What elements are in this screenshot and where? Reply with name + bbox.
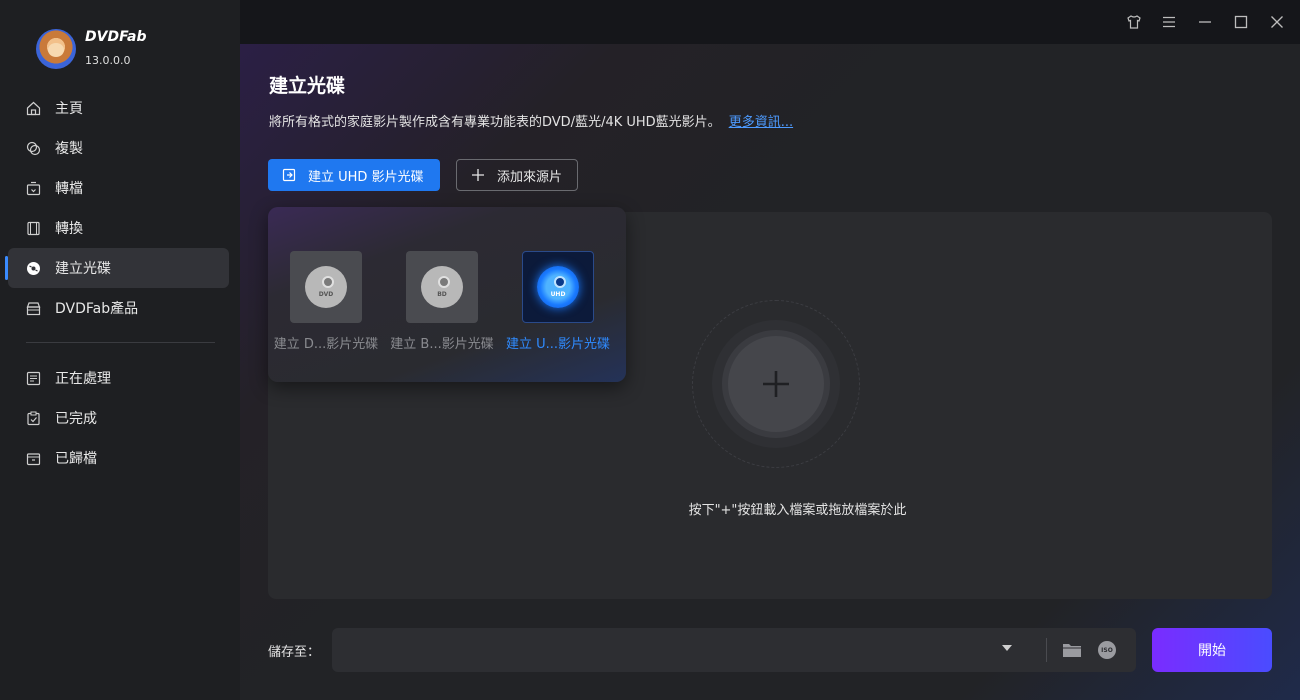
disc-icon: [26, 261, 41, 276]
description-text: 將所有格式的家庭影片製作成含有專業功能表的DVD/藍光/4K UHD藍光影片。: [269, 115, 721, 130]
dvd-disc-icon: DVD: [305, 266, 347, 308]
add-file-button[interactable]: [728, 336, 824, 432]
sidebar-item-create-disc[interactable]: 建立光碟: [5, 248, 229, 288]
title-bar: [240, 0, 1300, 44]
dvdfab-logo: [36, 29, 76, 69]
create-dvd-label[interactable]: 建立 D...影片光碟: [267, 333, 385, 352]
sidebar-item-label: 正在處理: [55, 371, 111, 387]
drop-hint-text: 按下"+"按鈕載入檔案或拖放檔案於此: [688, 503, 907, 518]
copy-icon: [26, 141, 41, 156]
rip-icon: [26, 181, 41, 196]
bd-disc-tag: BD: [437, 291, 447, 298]
disc-type-menu: DVD 建立 D...影片光碟 BD 建立 B...影片光碟 UHD 建立 U.…: [268, 207, 626, 382]
convert-icon: [26, 221, 41, 236]
sidebar-item-completed[interactable]: 已完成: [8, 398, 229, 438]
maximize-icon: [1234, 15, 1248, 29]
sidebar-item-label: 已完成: [55, 411, 97, 427]
close-icon: [1271, 16, 1283, 28]
more-info-link[interactable]: 更多資訊...: [729, 115, 793, 130]
processing-icon: [26, 371, 41, 386]
drop-hint: 按下"+"按鈕載入檔案或拖放檔案於此: [240, 499, 1300, 518]
products-icon: [26, 301, 41, 316]
bluray-disc-icon: BD: [421, 266, 463, 308]
minimize-icon: [1199, 21, 1211, 23]
close-button[interactable]: [1267, 12, 1287, 32]
plus-icon: [471, 168, 485, 182]
sidebar-item-rip[interactable]: 轉檔: [8, 168, 229, 208]
sidebar-item-label: 建立光碟: [55, 261, 111, 277]
start-button[interactable]: 開始: [1152, 628, 1272, 672]
dvd-disc-tag: DVD: [318, 291, 334, 298]
maximize-button[interactable]: [1231, 12, 1251, 32]
sidebar-item-home[interactable]: 主頁: [8, 88, 229, 128]
menu-icon: [1163, 16, 1175, 28]
plus-icon: [763, 371, 789, 397]
iso-icon[interactable]: ISO: [1098, 641, 1116, 659]
sidebar-item-label: 複製: [55, 141, 83, 157]
sidebar-item-archived[interactable]: 已歸檔: [8, 438, 229, 478]
sidebar: DVDFab 13.0.0.0 主頁 複製 轉檔 轉換 建立光碟 DVDFab產…: [0, 0, 240, 700]
create-uhd-disc-label: 建立 UHD 影片光碟: [308, 169, 424, 185]
save-path-field[interactable]: ISO: [332, 628, 1136, 672]
iso-label: ISO: [1101, 646, 1113, 654]
archived-icon: [26, 451, 41, 466]
create-dvd-option[interactable]: DVD: [290, 251, 362, 323]
sidebar-item-label: 主頁: [55, 101, 83, 117]
page-description: 將所有格式的家庭影片製作成含有專業功能表的DVD/藍光/4K UHD藍光影片。更…: [269, 111, 793, 130]
home-icon: [26, 101, 41, 116]
create-uhd-label[interactable]: 建立 U...影片光碟: [499, 333, 617, 352]
add-source-label: 添加來源片: [497, 169, 563, 185]
sidebar-item-label: 已歸檔: [55, 451, 97, 467]
add-source-button[interactable]: 添加來源片: [456, 159, 578, 191]
create-uhd-disc-button[interactable]: 建立 UHD 影片光碟: [268, 159, 440, 191]
shirt-icon: [1127, 15, 1141, 29]
sidebar-item-label: 轉換: [55, 221, 83, 237]
sidebar-item-label: DVDFab產品: [55, 301, 139, 317]
create-uhd-option[interactable]: UHD: [522, 251, 594, 323]
chevron-down-icon[interactable]: [1002, 645, 1012, 651]
completed-icon: [26, 411, 41, 426]
create-bd-option[interactable]: BD: [406, 251, 478, 323]
brand-name: DVDFab: [85, 29, 147, 45]
page-title: 建立光碟: [269, 75, 346, 97]
import-icon: [282, 168, 296, 182]
sidebar-item-products[interactable]: DVDFab產品: [8, 288, 229, 328]
app-version: 13.0.0.0: [85, 54, 131, 67]
main-panel: 建立光碟 將所有格式的家庭影片製作成含有專業功能表的DVD/藍光/4K UHD藍…: [240, 44, 1300, 700]
uhd-disc-icon: UHD: [537, 266, 579, 308]
menu-button[interactable]: [1159, 12, 1179, 32]
sidebar-item-processing[interactable]: 正在處理: [8, 358, 229, 398]
sidebar-item-label: 轉檔: [55, 181, 83, 197]
minimize-button[interactable]: [1195, 12, 1215, 32]
sidebar-item-copy[interactable]: 複製: [8, 128, 229, 168]
save-to-label: 儲存至：: [268, 645, 321, 660]
start-button-label: 開始: [1198, 643, 1226, 659]
folder-icon[interactable]: [1062, 641, 1082, 659]
create-bd-label[interactable]: 建立 B...影片光碟: [383, 333, 501, 352]
sidebar-divider: [26, 342, 215, 343]
uhd-disc-tag: UHD: [550, 291, 566, 298]
sidebar-item-convert[interactable]: 轉換: [8, 208, 229, 248]
field-separator: [1046, 638, 1047, 662]
skin-button[interactable]: [1124, 12, 1144, 32]
